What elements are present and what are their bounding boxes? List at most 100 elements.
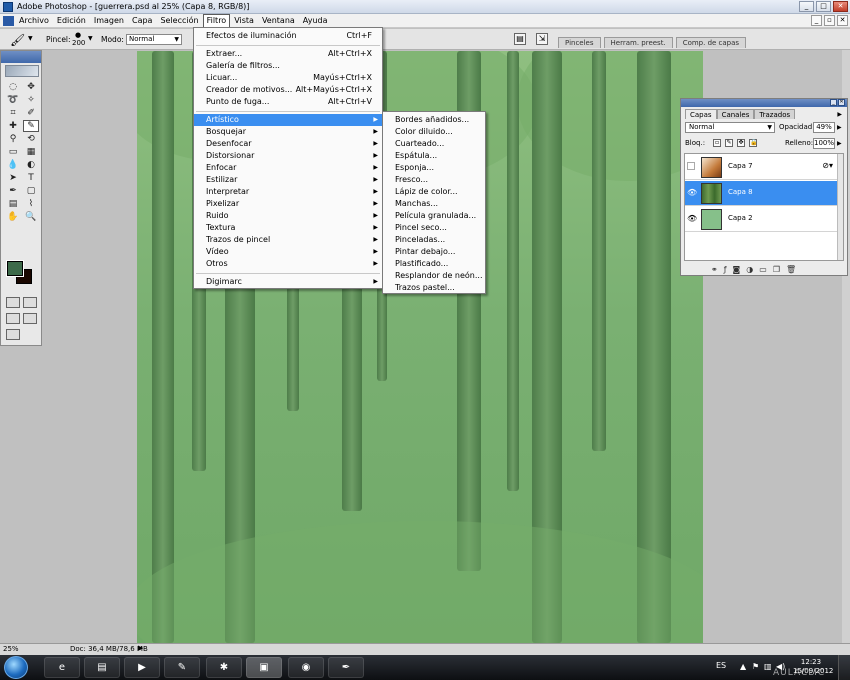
tab-pinceles[interactable]: Pinceles [558,37,601,48]
tab-herram-preest[interactable]: Herram. preest. [603,37,673,48]
fill-input[interactable]: 100% [813,138,835,149]
brush-picker-caret-icon[interactable]: ▼ [88,35,93,42]
layer-row-capa-2[interactable]: 👁 Capa 2 [685,207,839,232]
adjustment-layer-icon[interactable]: ◑ [746,266,753,274]
lock-position-icon[interactable]: ✥ [737,139,745,147]
menu-item-distorsionar[interactable]: Distorsionar ▶ [194,150,382,162]
mode-select[interactable]: Normal ▼ [126,34,182,45]
marquee-tool-icon[interactable]: ◌ [5,81,21,93]
layer-style-button-icon[interactable]: ƒ [724,266,727,274]
submenu-item[interactable]: Pincel seco... [383,222,485,234]
paint-icon[interactable]: ✎ [164,657,200,678]
layer-row-capa-8[interactable]: 👁 Capa 8 [685,181,839,206]
menu-item-digimarc[interactable]: Digimarc ▶ [194,276,382,288]
fill-caret-icon[interactable]: ▶ [837,138,842,149]
layer-row-capa-7[interactable]: Capa 7 ⊘▾ [685,155,839,180]
trash-icon[interactable]: 🗑 [786,266,796,274]
menu-imagen[interactable]: Imagen [90,14,128,28]
menu-item-ruido[interactable]: Ruido ▶ [194,210,382,222]
maximize-button[interactable]: □ [816,1,831,12]
network-app-icon[interactable]: ✱ [206,657,242,678]
zoom-tool-icon[interactable]: 🔍 [23,211,39,223]
menu-vista[interactable]: Vista [230,14,258,28]
ie-icon[interactable]: e [44,657,80,678]
new-group-icon[interactable]: ▭ [759,266,767,274]
feather-app-icon[interactable]: ✒ [328,657,364,678]
notes-tool-icon[interactable]: ▤ [5,198,21,210]
status-menu-arrow-icon[interactable]: ▶ [138,644,143,652]
panel-minimize-icon[interactable]: _ [830,99,837,106]
submenu-item[interactable]: Cuarteado... [383,138,485,150]
brush-size-picker[interactable]: ● 200 [72,31,85,47]
chrome-icon[interactable]: ◉ [288,657,324,678]
submenu-item[interactable]: Fresco... [383,174,485,186]
network-icon[interactable]: ▥ [764,662,772,671]
submenu-item[interactable]: Bordes añadidos... [383,114,485,126]
start-button[interactable] [4,656,28,679]
photoshop-taskbar-icon[interactable]: ▣ [246,657,282,678]
menu-capa[interactable]: Capa [128,14,156,28]
panel-menu-arrow-icon[interactable]: ▶ [837,111,842,118]
eye-icon[interactable]: 👁 [687,188,697,198]
menu-item-desenfocar[interactable]: Desenfocar ▶ [194,138,382,150]
menu-item-creador-motivos[interactable]: Creador de motivos... Alt+Mayús+Ctrl+X [194,84,382,96]
blend-mode-select[interactable]: Normal ▼ [685,122,775,133]
lock-transparency-icon[interactable]: ▫ [713,139,721,147]
menu-item-pixelizar[interactable]: Pixelizar ▶ [194,198,382,210]
magic-wand-tool-icon[interactable]: ✧ [23,94,39,106]
submenu-item[interactable]: Resplandor de neón... [383,270,485,282]
crop-tool-icon[interactable]: ⌗ [5,107,21,119]
menu-item-video[interactable]: Vídeo ▶ [194,246,382,258]
link-layers-icon[interactable]: ⚭ [711,266,718,274]
tab-canales[interactable]: Canales [716,109,755,119]
doc-close-button[interactable]: ✕ [837,15,848,26]
minimize-button[interactable]: _ [799,1,814,12]
submenu-item[interactable]: Manchas... [383,198,485,210]
clone-stamp-tool-icon[interactable]: ⚲ [5,133,21,145]
healing-brush-tool-icon[interactable]: ✚ [5,120,21,132]
eraser-tool-icon[interactable]: ▭ [5,146,21,158]
opacity-caret-icon[interactable]: ▶ [837,122,842,133]
submenu-item[interactable]: Espátula... [383,150,485,162]
standard-mode-icon[interactable] [6,297,20,308]
submenu-item[interactable]: Color diluido... [383,126,485,138]
submenu-item[interactable]: Esponja... [383,162,485,174]
tab-trazados[interactable]: Trazados [754,109,796,119]
layers-scrollbar[interactable] [837,154,843,260]
document-icon-button[interactable]: ▤ [514,33,526,45]
screen-mode-full-icon[interactable] [6,329,20,340]
new-layer-icon[interactable]: ❐ [773,266,780,274]
menu-item-textura[interactable]: Textura ▶ [194,222,382,234]
file-browser-icon[interactable]: ⇲ [536,33,548,45]
panel-header[interactable]: _ ✕ [681,99,847,107]
menu-item-galeria-filtros[interactable]: Galería de filtros... [194,60,382,72]
menu-item-artistico[interactable]: Artístico ▶ [194,114,382,126]
feather-logo-icon[interactable] [5,65,39,77]
submenu-item[interactable]: Trazos pastel... [383,282,485,294]
tab-capas[interactable]: Capas [685,109,717,119]
menu-item-bosquejar[interactable]: Bosquejar ▶ [194,126,382,138]
doc-restore-button[interactable]: ▫ [824,15,835,26]
dodge-tool-icon[interactable]: ◐ [23,159,39,171]
jump-to-imageready-icon[interactable] [23,313,37,324]
media-player-icon[interactable]: ▶ [124,657,160,678]
menu-item-efectos-iluminacion[interactable]: Efectos de iluminación Ctrl+F [194,30,382,42]
menu-item-otros[interactable]: Otros ▶ [194,258,382,270]
visibility-toggle[interactable] [687,162,695,170]
blur-tool-icon[interactable]: 💧 [5,159,21,171]
zoom-level[interactable]: 25% [3,645,19,653]
menu-seleccion[interactable]: Selección [156,14,202,28]
menu-edicion[interactable]: Edición [53,14,90,28]
hand-tool-icon[interactable]: ✋ [5,211,21,223]
slice-tool-icon[interactable]: ✐ [23,107,39,119]
folder-icon[interactable]: ▤ [84,657,120,678]
shape-tool-icon[interactable]: ▢ [23,185,39,197]
menu-ayuda[interactable]: Ayuda [299,14,332,28]
menu-item-interpretar[interactable]: Interpretar ▶ [194,186,382,198]
menu-archivo[interactable]: Archivo [15,14,53,28]
gradient-tool-icon[interactable]: ▦ [23,146,39,158]
submenu-item[interactable]: Pintar debajo... [383,246,485,258]
menu-item-licuar[interactable]: Licuar... Mayús+Ctrl+X [194,72,382,84]
screen-mode-icon[interactable] [6,313,20,324]
type-tool-icon[interactable]: T [23,172,39,184]
